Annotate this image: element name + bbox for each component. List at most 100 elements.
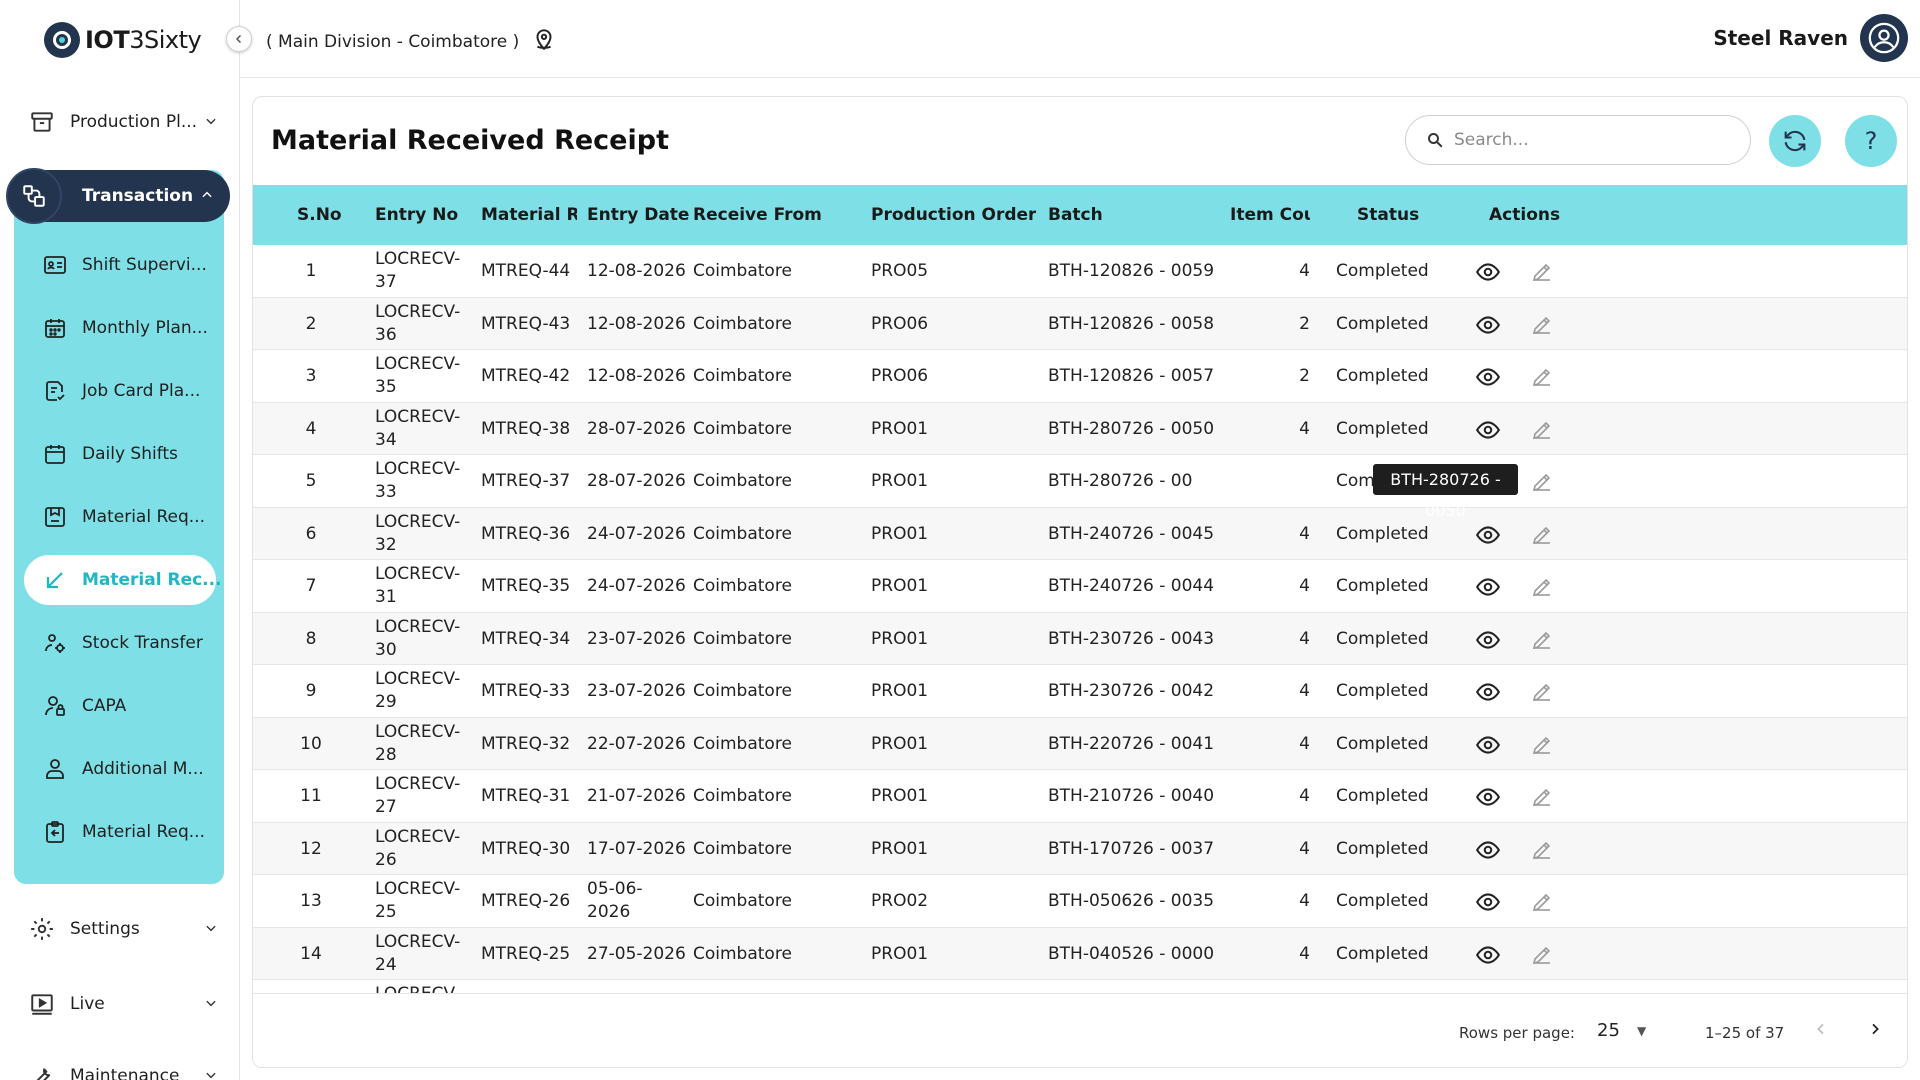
nav-maintenance[interactable]: Maintenance (28, 1056, 218, 1080)
eye-icon (1475, 417, 1501, 443)
sidebar-item-additional[interactable]: Additional M... (42, 749, 222, 789)
view-button[interactable] (1475, 574, 1501, 600)
sidebar-item-capa[interactable]: CAPA (42, 686, 222, 726)
view-button[interactable] (1475, 259, 1501, 285)
edit-button[interactable] (1529, 837, 1555, 863)
refresh-button[interactable] (1769, 115, 1821, 167)
sidebar-item-stock-transfer[interactable]: Stock Transfer (42, 623, 222, 663)
caret-down-icon[interactable]: ▼ (1637, 1024, 1646, 1038)
table-row[interactable]: 12 LOCRECV-26 MTREQ-30 17-07-2026 Coimbatore… (253, 822, 1907, 875)
logo[interactable]: IOT3Sixty (44, 20, 202, 60)
column-header-receive-from[interactable]: Receive From (693, 185, 822, 245)
nav-production-planning[interactable]: Production Pl... (28, 102, 218, 142)
view-button[interactable] (1475, 889, 1501, 915)
edit-button[interactable] (1529, 469, 1555, 495)
column-header-item-count[interactable]: Item Count (1230, 185, 1310, 245)
table-row[interactable]: 6 LOCRECV-32 MTREQ-36 24-07-2026 Coimbatore P… (253, 507, 1907, 560)
cell-status: Completed (1336, 418, 1429, 439)
cell-batch: BTH-230726 - 0043 (1048, 628, 1215, 649)
column-header-batch[interactable]: Batch (1048, 185, 1103, 245)
cell-receive-from: Coimbatore (693, 681, 792, 701)
division-selector[interactable]: ( Main Division - Coimbatore ) (266, 26, 557, 57)
location-pin-icon[interactable] (531, 26, 557, 57)
search-box[interactable] (1405, 115, 1751, 165)
edit-button[interactable] (1529, 522, 1555, 548)
table-row[interactable]: 8 LOCRECV-30 MTREQ-34 23-07-2026 Coimbatore P… (253, 612, 1907, 665)
sidebar-item-job-card[interactable]: Job Card Pla... (42, 371, 222, 411)
table-row[interactable]: 13 LOCRECV-25 MTREQ-26 05-06-2026 Coimbatore… (253, 875, 1907, 928)
table-row[interactable]: 1 LOCRECV-37 MTREQ-44 12-08-2026 Coimbatore P… (253, 245, 1907, 298)
sidebar-item-material-received[interactable]: Material Rec... (42, 560, 222, 600)
edit-button[interactable] (1529, 942, 1555, 968)
nav-live[interactable]: Live (28, 984, 218, 1024)
view-button[interactable] (1475, 942, 1501, 968)
table-row[interactable]: LOCRECV- (253, 980, 1907, 993)
cell-item-count: 4 (1299, 838, 1310, 859)
column-header-entry-no[interactable]: Entry No (375, 185, 458, 245)
sidebar-item-material-request[interactable]: Material Req... (42, 497, 222, 537)
previous-page-button[interactable] (1813, 1018, 1829, 1043)
cell-material-request: MTREQ-43 (481, 313, 571, 334)
cell-batch: BTH-210726 - 0040 (1048, 786, 1215, 806)
help-button[interactable]: ? (1845, 115, 1897, 167)
column-header-sno[interactable]: S.No (297, 185, 342, 245)
cell-batch: BTH-280726 - 0050 (1048, 418, 1215, 439)
cell-receive-from: Coimbatore (693, 838, 792, 859)
view-button[interactable] (1475, 837, 1501, 863)
cell-production-order: PRO01 (871, 681, 929, 701)
view-button[interactable] (1475, 627, 1501, 653)
search-input[interactable] (1454, 130, 1734, 150)
column-header-status[interactable]: Status (1357, 185, 1419, 245)
cell-entry-date: 24-07-2026 (587, 576, 686, 596)
sidebar-item-shift-supervisor[interactable]: Shift Supervi... (42, 245, 222, 285)
view-button[interactable] (1475, 679, 1501, 705)
column-header-material-request[interactable]: Material Requ (481, 185, 577, 245)
cell-sno: 13 (300, 891, 322, 911)
table-row[interactable]: 11 LOCRECV-27 MTREQ-31 21-07-2026 Coimbatore… (253, 770, 1907, 823)
sidebar-item-daily-shifts[interactable]: Daily Shifts (42, 434, 222, 474)
arrow-down-left-icon (42, 567, 68, 593)
table-row[interactable]: 4 LOCRECV-34 MTREQ-38 28-07-2026 Coimbatore P… (253, 402, 1907, 455)
sidebar-item-monthly-plan[interactable]: Monthly Plan... (42, 308, 222, 348)
table-row[interactable]: 14 LOCRECV-24 MTREQ-25 27-05-2026 Coimbatore… (253, 927, 1907, 980)
edit-button[interactable] (1529, 627, 1555, 653)
edit-button[interactable] (1529, 732, 1555, 758)
table-row[interactable]: 7 LOCRECV-31 MTREQ-35 24-07-2026 Coimbatore P… (253, 560, 1907, 613)
cell-receive-from: Coimbatore (693, 576, 792, 596)
cell-item-count: 4 (1299, 891, 1310, 911)
sidebar-item-material-return[interactable]: Material Req... (42, 812, 222, 852)
view-button[interactable] (1475, 312, 1501, 338)
nav-settings[interactable]: Settings (28, 909, 218, 949)
edit-button[interactable] (1529, 417, 1555, 443)
cell-production-order: PRO01 (871, 523, 929, 544)
edit-button[interactable] (1529, 784, 1555, 810)
cell-status: Completed (1336, 628, 1429, 649)
view-button[interactable] (1475, 522, 1501, 548)
column-header-entry-date[interactable]: Entry Date (587, 185, 689, 245)
next-page-button[interactable] (1867, 1018, 1883, 1043)
view-button[interactable] (1475, 417, 1501, 443)
table-row[interactable]: 10 LOCRECV-28 MTREQ-32 22-07-2026 Coimbatore… (253, 717, 1907, 770)
cell-sno: 3 (305, 366, 317, 386)
sidebar-item-label: Material Rec... (82, 570, 222, 590)
cell-receive-from: Coimbatore (693, 628, 792, 649)
column-header-production-order[interactable]: Production Order (871, 185, 1036, 245)
nav-transaction[interactable]: Transaction (6, 168, 230, 224)
table-row[interactable]: 3 LOCRECV-35 MTREQ-42 12-08-2026 Coimbatore P… (253, 350, 1907, 403)
edit-button[interactable] (1529, 679, 1555, 705)
edit-button[interactable] (1529, 259, 1555, 285)
user-menu[interactable]: Steel Raven (1713, 14, 1908, 62)
view-button[interactable] (1475, 364, 1501, 390)
view-button[interactable] (1475, 732, 1501, 758)
avatar[interactable] (1860, 14, 1908, 62)
collapse-sidebar-button[interactable] (226, 26, 252, 52)
rows-per-page-select[interactable]: 25 (1597, 1020, 1620, 1041)
edit-button[interactable] (1529, 889, 1555, 915)
edit-button[interactable] (1529, 364, 1555, 390)
edit-button[interactable] (1529, 312, 1555, 338)
edit-button[interactable] (1529, 574, 1555, 600)
table-row[interactable]: 9 LOCRECV-29 MTREQ-33 23-07-2026 Coimbatore P… (253, 665, 1907, 718)
table-row[interactable]: 2 LOCRECV-36 MTREQ-43 12-08-2026 Coimbatore P… (253, 297, 1907, 350)
view-button[interactable] (1475, 784, 1501, 810)
table-row[interactable]: 5 LOCRECV-33 MTREQ-37 28-07-2026 Coimbatore P… (253, 455, 1907, 508)
